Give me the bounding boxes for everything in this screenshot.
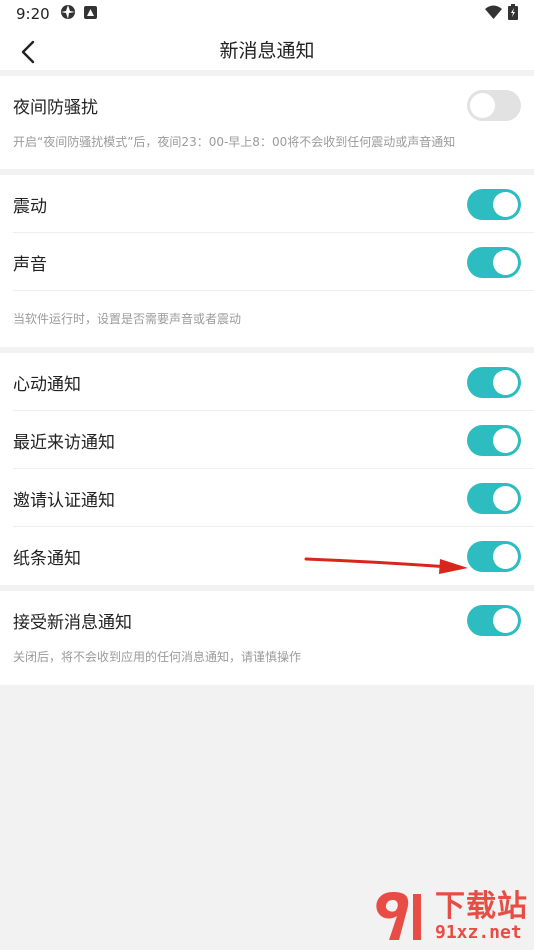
back-button[interactable] [10, 28, 46, 76]
page-title: 新消息通知 [219, 39, 315, 62]
toggle-knob [493, 607, 518, 633]
wifi-icon [485, 5, 502, 23]
toggle-knob [470, 92, 495, 118]
status-time: 9:20 [16, 5, 50, 23]
recent-visit-notice-label: 最近来访通知 [13, 432, 115, 453]
vibrate-row: 震动 [0, 175, 534, 233]
heartbeat-notice-toggle[interactable] [467, 366, 521, 398]
toggle-knob [493, 427, 518, 453]
receive-messages-group: 接受新消息通知 关闭后，将不会收到应用的任何消息通知，请谨慎操作 [0, 591, 534, 685]
sound-toggle[interactable] [467, 246, 521, 278]
heartbeat-notice-label: 心动通知 [13, 374, 81, 395]
app-notification-icon [83, 5, 97, 23]
watermark-cn: 下载站 [435, 889, 528, 924]
night-mode-hint: 开启“夜间防骚扰模式”后，夜间23：00-早上8：00将不会收到任何震动或声音通… [13, 135, 456, 149]
nav-bar: 新消息通知 [0, 28, 534, 76]
toggle-knob [493, 485, 518, 511]
watermark-logo-icon [369, 888, 431, 946]
watermark: 下载站 91xz.net [369, 888, 528, 946]
recent-visit-notice-toggle[interactable] [467, 424, 521, 456]
night-mode-group: 夜间防骚扰 开启“夜间防骚扰模式”后，夜间23：00-早上8：00将不会收到任何… [0, 76, 534, 169]
invite-verify-notice-row: 邀请认证通知 [0, 469, 534, 527]
receive-messages-row: 接受新消息通知 [0, 591, 534, 649]
toggle-knob [493, 249, 518, 275]
watermark-en: 91xz.net [435, 922, 522, 943]
night-mode-label: 夜间防骚扰 [13, 97, 98, 118]
receive-messages-label: 接受新消息通知 [13, 612, 132, 633]
shutter-icon [60, 4, 76, 24]
note-notice-label: 纸条通知 [13, 548, 81, 569]
toggle-knob [493, 191, 518, 217]
vibrate-label: 震动 [13, 196, 47, 217]
night-mode-row: 夜间防骚扰 [0, 76, 534, 134]
annotation-arrow-icon [304, 557, 468, 574]
status-bar: 9:20 [0, 0, 534, 28]
sound-row: 声音 [0, 233, 534, 291]
battery-icon [508, 4, 518, 24]
alert-style-group: 震动 声音 当软件运行时，设置是否需要声音或者震动 [0, 175, 534, 347]
heartbeat-notice-row: 心动通知 [0, 353, 534, 411]
vibrate-toggle[interactable] [467, 188, 521, 220]
invite-verify-notice-toggle[interactable] [467, 482, 521, 514]
toggle-knob [493, 369, 518, 395]
alert-style-hint: 当软件运行时，设置是否需要声音或者震动 [13, 312, 242, 326]
night-mode-toggle[interactable] [467, 89, 521, 121]
sound-label: 声音 [13, 254, 47, 275]
invite-verify-notice-label: 邀请认证通知 [13, 490, 115, 511]
toggle-knob [493, 543, 518, 569]
chevron-left-icon [21, 40, 35, 64]
receive-messages-toggle[interactable] [467, 604, 521, 636]
receive-messages-hint: 关闭后，将不会收到应用的任何消息通知，请谨慎操作 [13, 650, 302, 664]
note-notice-toggle[interactable] [467, 540, 521, 572]
recent-visit-notice-row: 最近来访通知 [0, 411, 534, 469]
